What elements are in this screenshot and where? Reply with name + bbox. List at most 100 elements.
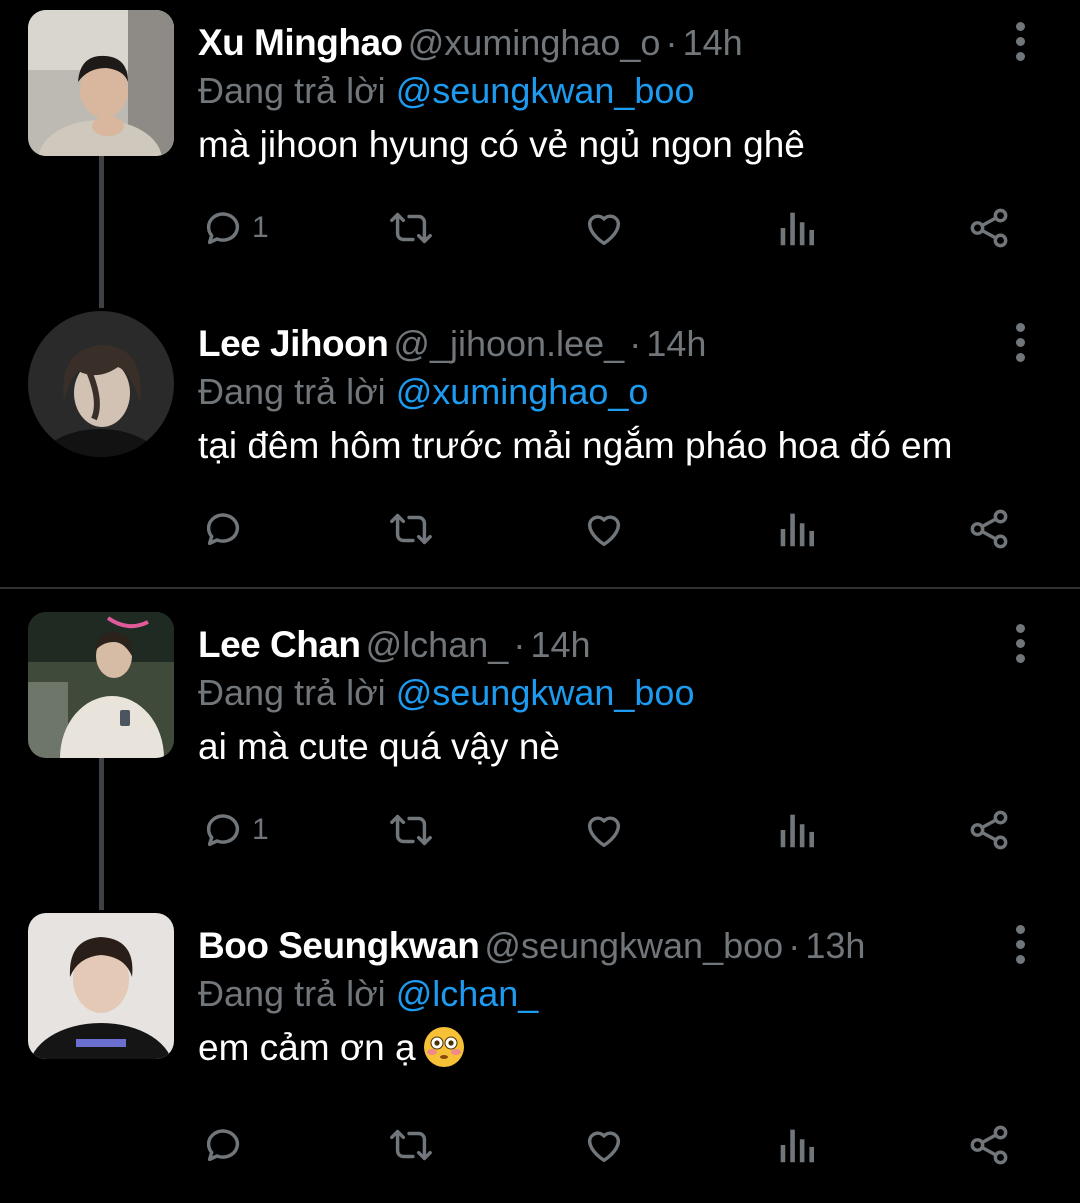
retweet-button[interactable]	[386, 1115, 436, 1175]
user-handle[interactable]: @_jihoon.lee_	[393, 323, 624, 364]
like-button[interactable]	[580, 1115, 628, 1175]
mention-link[interactable]: @seungkwan_boo	[396, 70, 695, 111]
replying-to: Đang trả lời @xuminghao_o	[198, 367, 648, 417]
share-button[interactable]	[966, 800, 1012, 860]
reply-button[interactable]	[200, 1115, 252, 1175]
display-name[interactable]: Lee Chan	[198, 624, 361, 665]
like-icon	[587, 816, 621, 848]
avatar[interactable]	[28, 10, 174, 156]
reply-button[interactable]: 1	[200, 198, 269, 258]
replying-to: Đang trả lời @lchan_	[198, 969, 538, 1019]
tweet[interactable]: Lee Chan @lchan_ · 14h Đang trả lời @seu…	[0, 602, 1080, 902]
more-icon	[1016, 925, 1025, 934]
reply-button[interactable]: 1	[200, 800, 269, 860]
timestamp[interactable]: 13h	[805, 925, 865, 966]
more-icon	[1016, 955, 1025, 964]
tweet[interactable]: Boo Seungkwan @seungkwan_boo · 13h Đang …	[0, 903, 1080, 1203]
timestamp[interactable]: 14h	[683, 22, 743, 63]
more-icon	[1016, 22, 1025, 31]
share-icon	[970, 810, 1008, 850]
more-options-button[interactable]	[1005, 923, 1037, 967]
retweet-icon	[390, 814, 432, 846]
user-handle[interactable]: @xuminghao_o	[408, 22, 661, 63]
separator-dot: ·	[629, 323, 642, 364]
views-button[interactable]	[776, 1115, 816, 1175]
share-icon	[970, 1125, 1008, 1165]
tweet-actions	[0, 499, 1080, 559]
share-icon	[970, 509, 1008, 549]
views-icon	[780, 814, 815, 848]
timestamp[interactable]: 14h	[646, 323, 706, 364]
retweet-icon	[390, 513, 432, 545]
retweet-button[interactable]	[386, 499, 436, 559]
more-icon	[1016, 639, 1025, 648]
retweet-icon	[390, 212, 432, 244]
avatar[interactable]	[28, 311, 174, 457]
views-button[interactable]	[776, 198, 816, 258]
like-button[interactable]	[580, 198, 628, 258]
tweet[interactable]: Xu Minghao @xuminghao_o · 14h Đang trả l…	[0, 0, 1080, 300]
views-icon	[780, 212, 815, 246]
like-button[interactable]	[580, 800, 628, 860]
mention-link[interactable]: @lchan_	[396, 973, 539, 1014]
replying-to-label: Đang trả lời	[198, 70, 386, 111]
tweet-text: tại đêm hôm trước mải ngắm pháo hoa đó e…	[198, 425, 953, 466]
display-name[interactable]: Xu Minghao	[198, 22, 403, 63]
like-button[interactable]	[580, 499, 628, 559]
like-icon	[587, 1131, 621, 1163]
more-icon	[1016, 353, 1025, 362]
share-icon	[970, 208, 1008, 248]
tweet-header: Lee Jihoon @_jihoon.lee_ · 14h	[198, 319, 706, 369]
views-button[interactable]	[776, 800, 816, 860]
more-icon	[1016, 37, 1025, 46]
thread-divider	[0, 587, 1080, 589]
views-button[interactable]	[776, 499, 816, 559]
like-icon	[587, 515, 621, 547]
avatar[interactable]	[28, 913, 174, 1059]
share-button[interactable]	[966, 1115, 1012, 1175]
retweet-button[interactable]	[386, 198, 436, 258]
reply-icon	[206, 814, 240, 847]
reply-icon	[206, 513, 240, 546]
share-button[interactable]	[966, 499, 1012, 559]
mention-link[interactable]: @seungkwan_boo	[396, 672, 695, 713]
separator-dot: ·	[665, 22, 678, 63]
replying-to-label: Đang trả lời	[198, 672, 386, 713]
more-options-button[interactable]	[1005, 20, 1037, 64]
reply-icon	[206, 1129, 240, 1162]
flushed-face-emoji-icon	[423, 1027, 464, 1068]
like-icon	[587, 214, 621, 246]
tweet-header: Xu Minghao @xuminghao_o · 14h	[198, 18, 743, 68]
retweet-button[interactable]	[386, 800, 436, 860]
retweet-icon	[390, 1129, 432, 1161]
timestamp[interactable]: 14h	[530, 624, 590, 665]
more-icon	[1016, 624, 1025, 633]
replying-to: Đang trả lời @seungkwan_boo	[198, 668, 694, 718]
replying-to: Đang trả lời @seungkwan_boo	[198, 66, 694, 116]
display-name[interactable]: Lee Jihoon	[198, 323, 389, 364]
tweet[interactable]: Lee Jihoon @_jihoon.lee_ · 14h Đang trả …	[0, 301, 1080, 601]
mention-link[interactable]: @xuminghao_o	[396, 371, 649, 412]
more-options-button[interactable]	[1005, 321, 1037, 365]
tweet-text: mà jihoon hyung có vẻ ngủ ngon ghê	[198, 124, 805, 165]
more-icon	[1016, 654, 1025, 663]
reply-count: 1	[252, 813, 269, 846]
share-button[interactable]	[966, 198, 1012, 258]
user-handle[interactable]: @lchan_	[366, 624, 509, 665]
tweet-actions: 1	[0, 800, 1080, 860]
reply-count: 1	[252, 211, 269, 244]
more-icon	[1016, 338, 1025, 347]
user-handle[interactable]: @seungkwan_boo	[484, 925, 783, 966]
replying-to-label: Đang trả lời	[198, 371, 386, 412]
avatar[interactable]	[28, 612, 174, 758]
display-name[interactable]: Boo Seungkwan	[198, 925, 480, 966]
more-icon	[1016, 940, 1025, 949]
tweet-header: Lee Chan @lchan_ · 14h	[198, 620, 591, 670]
tweet-actions	[0, 1115, 1080, 1175]
more-options-button[interactable]	[1005, 622, 1037, 666]
more-icon	[1016, 323, 1025, 332]
more-icon	[1016, 52, 1025, 61]
tweet-header: Boo Seungkwan @seungkwan_boo · 13h	[198, 921, 865, 971]
tweet-text-content: em cảm ơn ạ	[198, 1027, 416, 1068]
reply-button[interactable]	[200, 499, 252, 559]
